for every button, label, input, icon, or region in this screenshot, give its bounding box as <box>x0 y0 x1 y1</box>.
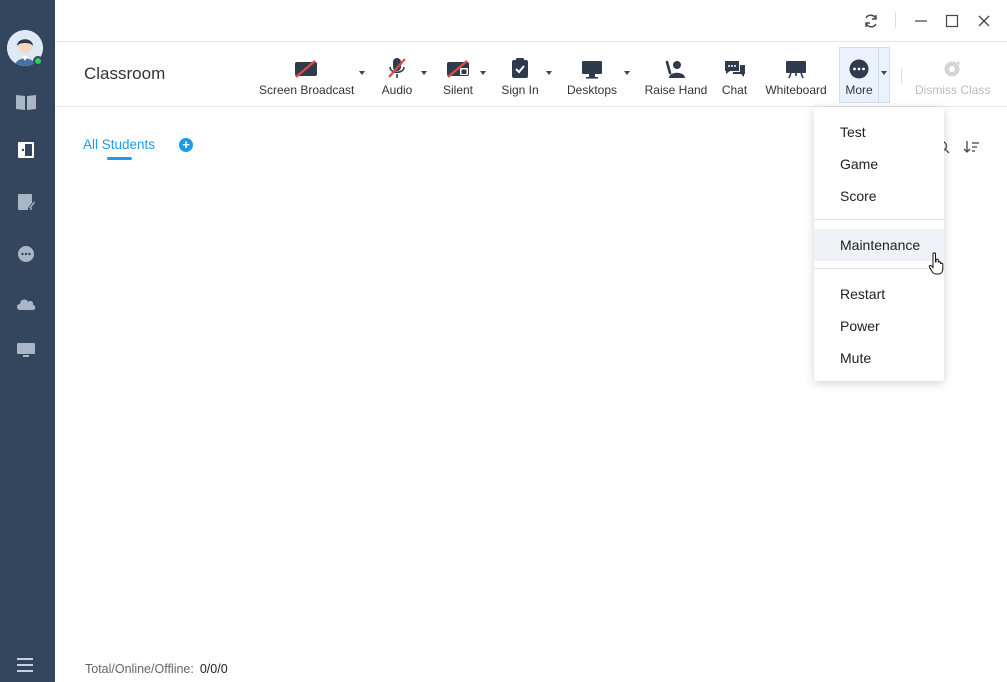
menu-item-maintenance[interactable]: Maintenance <box>814 229 944 261</box>
maximize-icon[interactable] <box>941 10 963 32</box>
more-dropdown-menu: Test Game Score Maintenance Restart Powe… <box>814 107 944 381</box>
chat-bubbles-icon <box>724 61 745 77</box>
toolbar-divider <box>901 69 902 83</box>
sort-icon[interactable] <box>963 140 981 154</box>
homework-edit-icon[interactable] <box>14 191 38 213</box>
more-ellipsis-icon <box>849 59 869 79</box>
dismiss-class-button[interactable]: Dismiss Class <box>915 49 991 101</box>
more-button[interactable]: More <box>839 49 879 101</box>
hand-pointer-cursor-icon <box>928 252 944 276</box>
message-icon[interactable] <box>14 243 38 265</box>
chat-button[interactable]: Chat <box>717 49 752 101</box>
menu-item-restart[interactable]: Restart <box>814 278 944 310</box>
menu-item-test[interactable]: Test <box>814 116 944 148</box>
silent-lock-icon <box>447 60 469 78</box>
screen-broadcast-icon <box>295 60 317 78</box>
cloud-icon[interactable] <box>14 292 38 314</box>
online-status-dot <box>33 56 43 66</box>
desktops-caret-icon[interactable] <box>624 71 630 75</box>
raise-hand-button[interactable]: Raise Hand <box>644 49 708 101</box>
menu-hamburger-icon[interactable] <box>17 658 33 672</box>
tab-all-students[interactable]: All Students <box>83 137 155 152</box>
menu-item-score[interactable]: Score <box>814 180 944 212</box>
minimize-icon[interactable] <box>910 10 932 32</box>
whiteboard-label: Whiteboard <box>765 83 827 97</box>
audio-button[interactable]: Audio <box>377 49 417 101</box>
menu-divider <box>814 219 944 220</box>
screen-broadcast-caret-icon[interactable] <box>359 71 365 75</box>
audio-label: Audio <box>381 83 413 97</box>
menu-item-game[interactable]: Game <box>814 148 944 180</box>
chat-label: Chat <box>721 83 748 97</box>
dismiss-class-icon <box>944 61 960 77</box>
audio-muted-icon <box>388 58 406 78</box>
silent-button[interactable]: Silent <box>439 49 477 101</box>
footer-label: Total/Online/Offline: <box>85 662 194 676</box>
monitor-icon[interactable] <box>14 339 38 361</box>
toolbar: Classroom Screen Broadcast Audio Silent … <box>55 43 1007 107</box>
menu-divider <box>814 268 944 269</box>
raise-hand-icon <box>665 60 685 78</box>
sign-in-caret-icon[interactable] <box>546 71 552 75</box>
sign-in-button[interactable]: Sign In <box>498 49 542 101</box>
screen-broadcast-button[interactable]: Screen Broadcast <box>259 49 355 101</box>
title-bar-divider <box>895 12 896 28</box>
footer-counts: 0/0/0 <box>199 662 228 676</box>
silent-label: Silent <box>442 83 474 97</box>
audio-caret-icon[interactable] <box>421 71 427 75</box>
menu-item-power[interactable]: Power <box>814 310 944 342</box>
sidebar <box>0 0 55 682</box>
student-count-footer: Total/Online/Offline: 0/0/0 <box>85 662 228 676</box>
tab-active-indicator <box>107 157 132 160</box>
more-caret-icon[interactable] <box>881 71 887 75</box>
silent-caret-icon[interactable] <box>480 71 486 75</box>
screen-broadcast-label: Screen Broadcast <box>259 83 355 97</box>
more-label: More <box>845 83 873 97</box>
raise-hand-label: Raise Hand <box>644 83 708 97</box>
whiteboard-button[interactable]: Whiteboard <box>761 49 831 101</box>
add-group-button[interactable]: + <box>179 138 193 152</box>
page-title: Classroom <box>84 64 166 83</box>
desktops-monitor-icon <box>582 61 602 79</box>
sign-in-label: Sign In <box>501 83 539 97</box>
more-caret-button[interactable] <box>879 47 890 103</box>
menu-item-mute[interactable]: Mute <box>814 342 944 374</box>
classroom-door-icon[interactable] <box>14 139 38 161</box>
book-icon[interactable] <box>14 91 38 113</box>
refresh-icon[interactable] <box>860 10 882 32</box>
title-bar <box>55 0 1007 42</box>
desktops-button[interactable]: Desktops <box>565 49 619 101</box>
desktops-label: Desktops <box>566 83 618 97</box>
sign-in-clipboard-icon <box>512 58 528 78</box>
close-icon[interactable] <box>973 10 995 32</box>
dismiss-class-label: Dismiss Class <box>915 83 991 97</box>
whiteboard-icon <box>786 61 806 79</box>
